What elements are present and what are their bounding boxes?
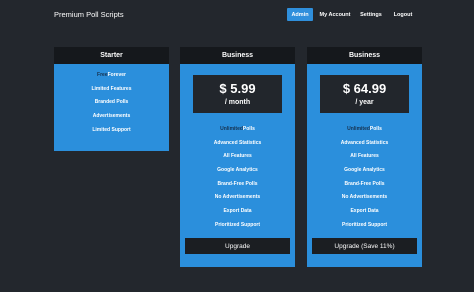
feature-item: Google Analytics: [217, 166, 258, 173]
feature-item: Limited Features: [91, 85, 132, 92]
feature-list: Unlimited Polls Advanced Statistics All …: [180, 122, 295, 232]
feature-item: Advanced Statistics: [340, 139, 389, 146]
price-period: / month: [224, 98, 251, 106]
feature-item: All Features: [350, 153, 379, 160]
top-navbar: Premium Poll Scripts Admin My Account Se…: [0, 0, 474, 30]
feature-list: Free Forever Limited Features Branded Po…: [54, 68, 169, 136]
feature-item: Brand-Free Polls: [344, 180, 385, 187]
feature-item: Advanced Statistics: [213, 139, 262, 146]
plan-title: Business: [180, 47, 295, 64]
plan-card-business-monthly: Business $ 5.99 / month Unlimited Polls …: [180, 47, 295, 267]
plan-title: Starter: [54, 47, 169, 64]
brand-title[interactable]: Premium Poll Scripts: [54, 10, 124, 19]
feature-item: Unlimited Polls: [347, 125, 382, 132]
feature-item: Prioritized Support: [342, 221, 387, 228]
price-period: / year: [355, 98, 374, 106]
feature-item: No Advertisements: [341, 194, 388, 201]
feature-item: Export Data: [223, 207, 252, 214]
plan-title: Business: [307, 47, 422, 64]
nav-logout[interactable]: Logout: [390, 8, 416, 21]
nav-my-account[interactable]: My Account: [317, 8, 353, 21]
plan-card-business-yearly: Business $ 64.99 / year Unlimited Polls …: [307, 47, 422, 267]
feature-item: Branded Polls: [94, 99, 129, 106]
nav-settings[interactable]: Settings: [358, 8, 384, 21]
feature-item: Unlimited Polls: [220, 125, 255, 132]
feature-item: All Features: [223, 153, 252, 160]
price-box: $ 64.99 / year: [320, 75, 409, 113]
upgrade-save-button[interactable]: Upgrade (Save 11%): [312, 238, 417, 254]
feature-item: Advertisements: [92, 112, 131, 119]
feature-item: Export Data: [350, 207, 379, 214]
upgrade-button[interactable]: Upgrade: [185, 238, 290, 254]
nav-admin[interactable]: Admin: [287, 8, 313, 21]
feature-item: Google Analytics: [344, 166, 385, 173]
price-box: $ 5.99 / month: [193, 75, 282, 113]
feature-item: Free Forever: [97, 71, 126, 78]
feature-list: Unlimited Polls Advanced Statistics All …: [307, 122, 422, 232]
feature-item: Brand-Free Polls: [217, 180, 258, 187]
price-amount: $ 5.99: [219, 80, 256, 96]
feature-item: No Advertisements: [214, 194, 261, 201]
plan-card-starter: Starter Free Forever Limited Features Br…: [54, 47, 169, 151]
feature-item: Prioritized Support: [215, 221, 260, 228]
price-amount: $ 64.99: [342, 80, 387, 96]
feature-item: Limited Support: [92, 126, 131, 133]
